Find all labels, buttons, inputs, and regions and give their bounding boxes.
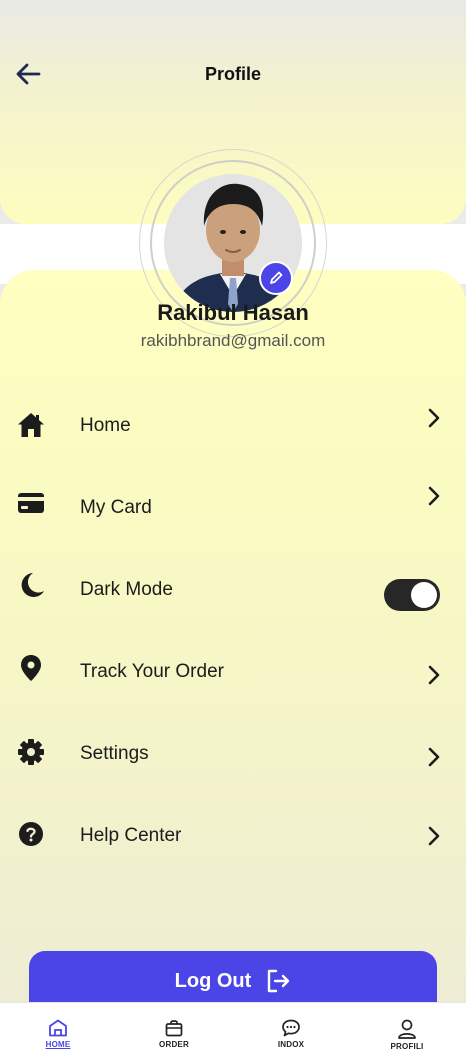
chevron-right-icon bbox=[428, 826, 440, 846]
nav-inbox[interactable]: INDOX bbox=[246, 1003, 336, 1063]
logout-icon bbox=[268, 969, 290, 993]
logout-label: Log Out bbox=[174, 969, 252, 992]
nav-home[interactable]: HOME bbox=[13, 1003, 103, 1063]
nav-label: INDOX bbox=[277, 1040, 305, 1049]
chat-bubble-icon bbox=[282, 1019, 300, 1037]
home-icon bbox=[49, 1019, 67, 1037]
nav-label: ORDER bbox=[159, 1040, 189, 1049]
user-name: Rakibul Hasan bbox=[157, 300, 309, 325]
chevron-right-icon bbox=[428, 408, 440, 428]
bottom-navigation: HOME ORDER INDOX PROFILI bbox=[0, 1002, 466, 1063]
menu-item-dark-mode[interactable]: Dark Mode bbox=[0, 560, 466, 620]
location-pin-icon bbox=[16, 653, 46, 683]
nav-profile[interactable]: PROFILI bbox=[362, 1003, 452, 1063]
dark-mode-toggle[interactable] bbox=[384, 579, 440, 611]
credit-card-icon bbox=[16, 488, 46, 518]
menu-item-home[interactable]: Home bbox=[0, 396, 466, 456]
toggle-knob bbox=[411, 582, 437, 608]
edit-avatar-button[interactable] bbox=[259, 261, 293, 295]
shopping-bag-icon bbox=[165, 1020, 183, 1037]
menu-item-track-order[interactable]: Track Your Order bbox=[0, 642, 466, 702]
menu-item-label: Track Your Order bbox=[80, 661, 224, 682]
menu-item-my-card[interactable]: My Card bbox=[0, 478, 466, 538]
question-circle-icon bbox=[16, 819, 46, 849]
user-icon bbox=[398, 1019, 416, 1039]
chevron-right-icon bbox=[428, 665, 440, 685]
moon-icon bbox=[16, 570, 46, 600]
menu-item-label: Help Center bbox=[80, 825, 182, 846]
nav-label: PROFILI bbox=[390, 1042, 424, 1051]
menu-item-label: Home bbox=[80, 415, 131, 436]
nav-label: HOME bbox=[45, 1040, 71, 1049]
page-title: Profile bbox=[204, 64, 261, 84]
menu-item-settings[interactable]: Settings bbox=[0, 724, 466, 784]
user-email: rakibhbrand@gmail.com bbox=[140, 331, 326, 350]
nav-order[interactable]: ORDER bbox=[129, 1003, 219, 1063]
menu-item-label: Dark Mode bbox=[80, 579, 173, 600]
house-icon bbox=[16, 410, 46, 440]
pencil-icon bbox=[270, 271, 283, 284]
menu-item-label: Settings bbox=[80, 743, 149, 764]
menu-item-label: My Card bbox=[80, 497, 152, 518]
gear-icon bbox=[16, 737, 46, 767]
chevron-right-icon bbox=[428, 486, 440, 506]
menu-item-help-center[interactable]: Help Center bbox=[0, 806, 466, 866]
chevron-right-icon bbox=[428, 747, 440, 767]
